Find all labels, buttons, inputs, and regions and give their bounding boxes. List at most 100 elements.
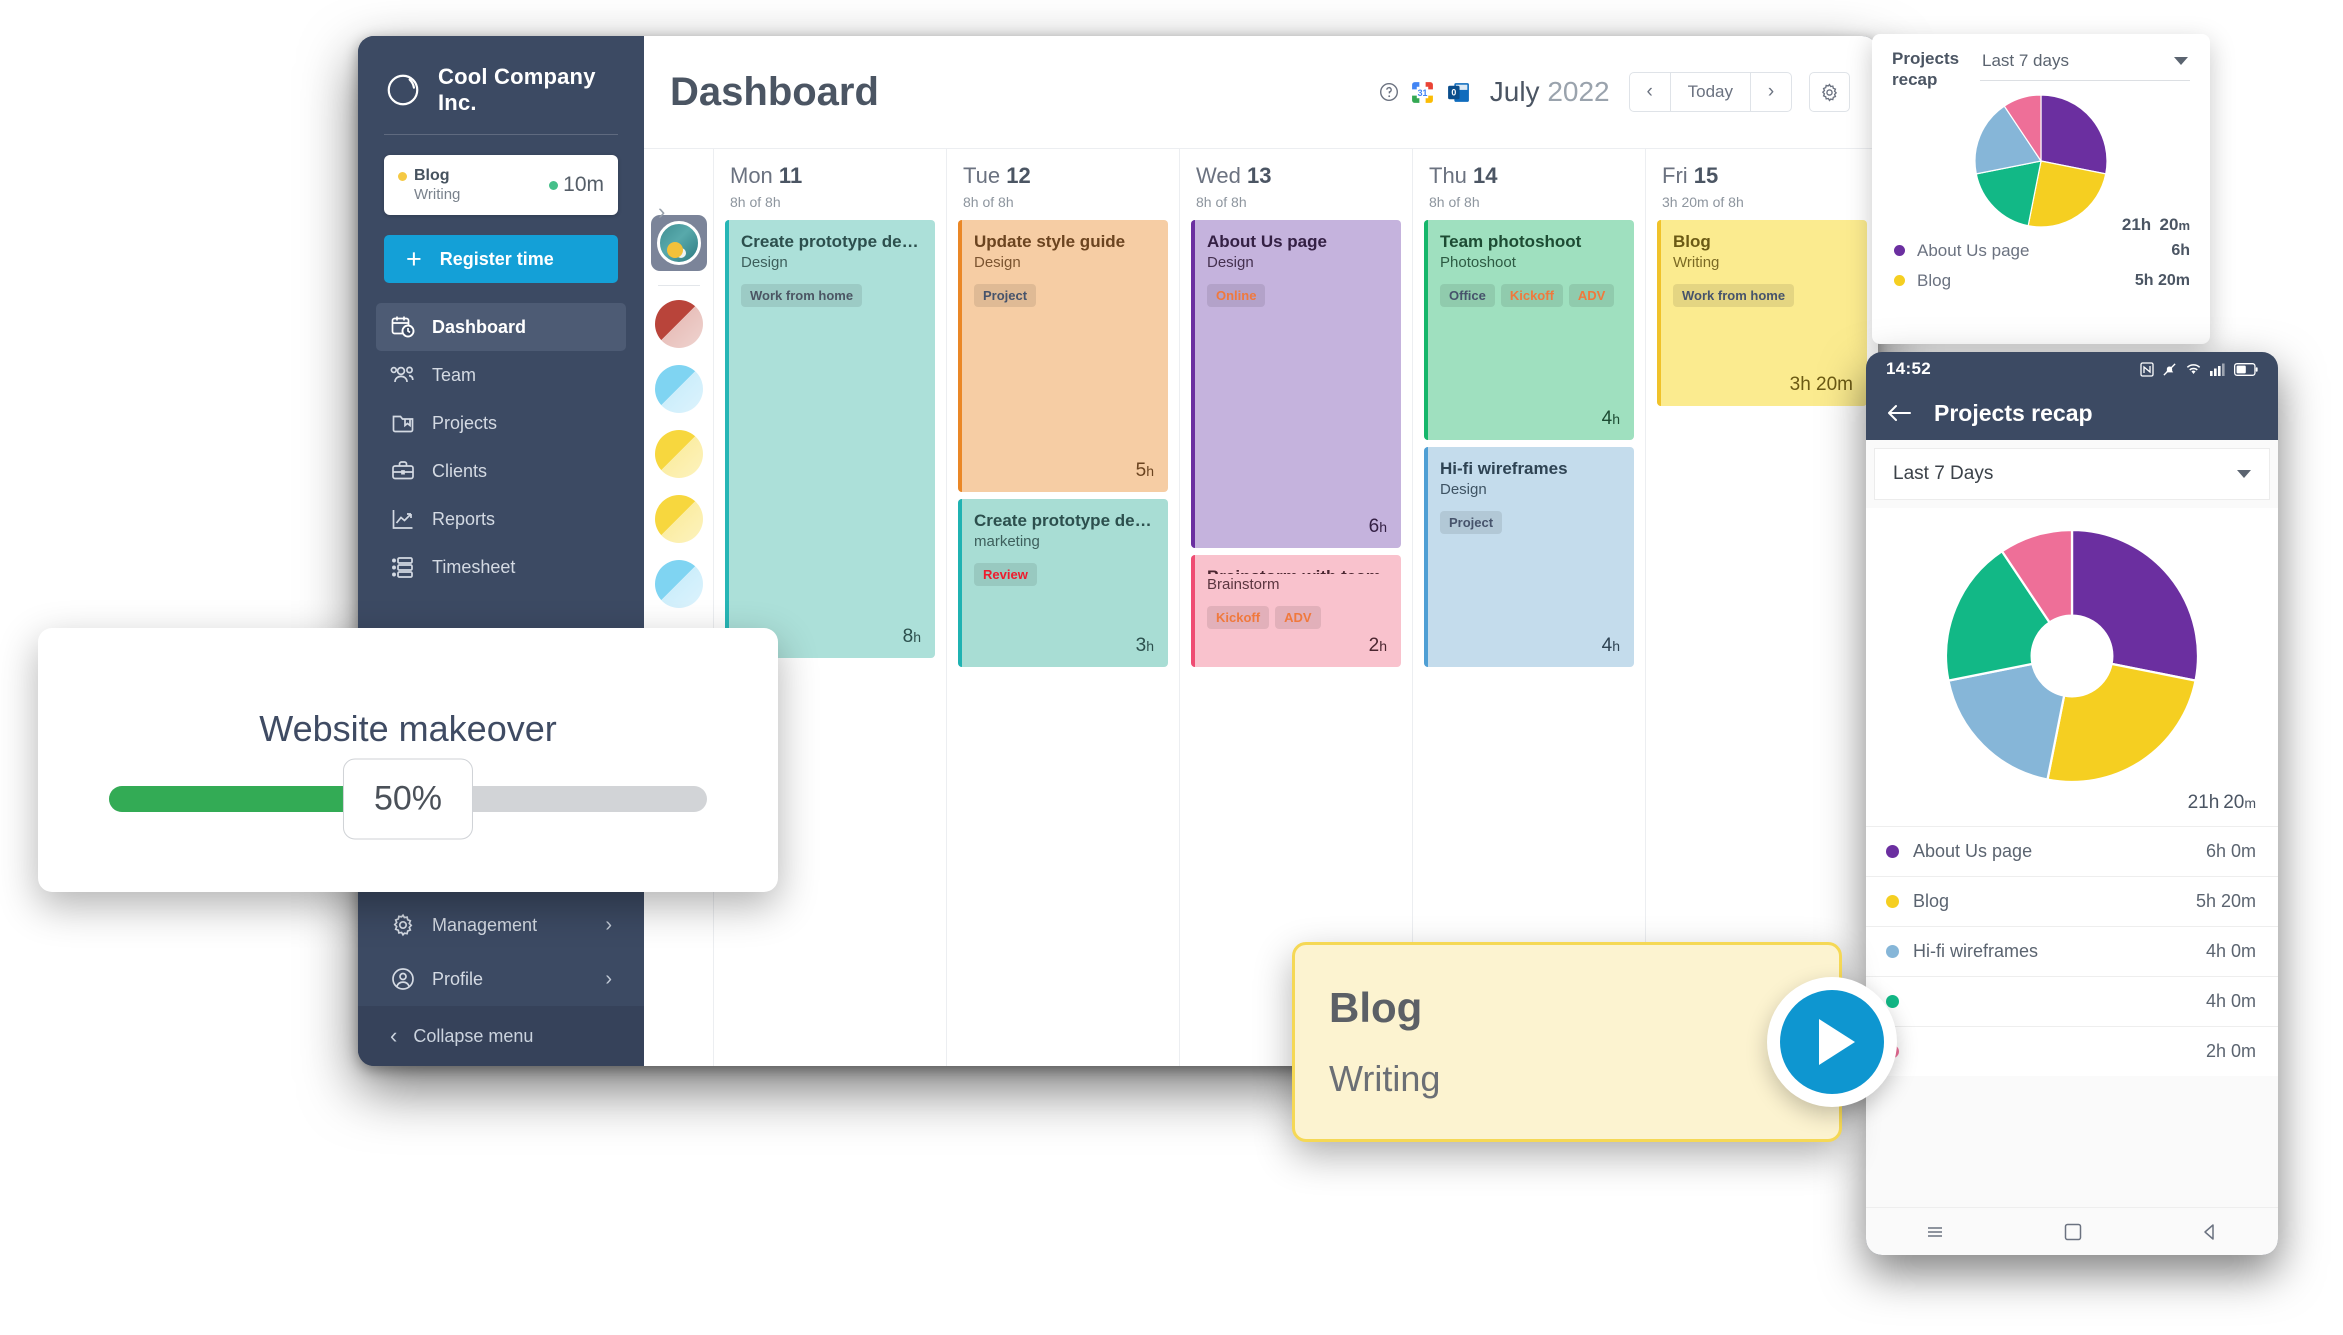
nfc-icon	[2140, 361, 2154, 377]
play-icon	[1780, 990, 1884, 1094]
event-duration: 4h	[1601, 408, 1620, 429]
timer-elapsed: 10m	[563, 173, 604, 196]
main-content: Dashboard 31 0 July 2022 ‹ Today › Mon 1…	[644, 36, 1878, 1066]
day-number: 12	[1006, 163, 1031, 188]
phone-range-select[interactable]: Last 7 Days	[1874, 448, 2270, 500]
legend-project-value: 5h 20m	[2134, 271, 2190, 289]
next-week-button[interactable]: ›	[1751, 73, 1791, 111]
sidebar-item-profile[interactable]: Profile ›	[376, 952, 626, 1006]
event-tags: Kickoff ADV	[1207, 606, 1387, 629]
phone-nav-bar	[1866, 1207, 2278, 1255]
day-hours-summary: 8h of 8h	[1429, 194, 1480, 210]
progress-bar[interactable]: 50%	[109, 758, 707, 840]
event-tag[interactable]: Online	[1207, 283, 1266, 307]
legend-project-value: 5h 20m	[2195, 891, 2256, 911]
event-tag[interactable]: Kickoff	[1500, 283, 1563, 307]
home-square-icon[interactable]	[2064, 1223, 2082, 1241]
phone-legend-row[interactable]: 4h 0m	[1866, 976, 2278, 1026]
mute-bell-icon	[2163, 362, 2176, 376]
collapse-menu-button[interactable]: ‹ Collapse menu	[358, 1006, 644, 1066]
calendar-event-card[interactable]: Team photoshoot Photoshoot Office Kickoff AD…	[1424, 220, 1634, 440]
help-circle-icon[interactable]	[1379, 82, 1399, 102]
event-task: marketing	[974, 532, 1040, 550]
event-tag[interactable]: Office	[1440, 283, 1495, 307]
year-label: 2022	[1547, 76, 1610, 107]
day-label: Mon 11	[730, 163, 803, 188]
event-tags: Project	[1440, 510, 1620, 534]
calendar-event-card[interactable]: Brainstorm with team Brainstorm KickoffADV…	[1191, 555, 1401, 667]
google-calendar-icon[interactable]: 31	[1410, 80, 1435, 105]
outlook-calendar-icon[interactable]: 0	[1446, 80, 1471, 105]
event-tag[interactable]: Work from home	[1673, 283, 1795, 307]
recap-title-line2: recap	[1892, 70, 1938, 90]
gear-icon	[393, 913, 413, 937]
screenshot-root: Cool Company Inc. Blog Writing 10m + Reg…	[0, 0, 2343, 1335]
event-duration: 5h	[1135, 460, 1154, 481]
today-button[interactable]: Today	[1669, 73, 1751, 111]
register-time-button[interactable]: + Register time	[384, 235, 618, 283]
phone-legend-row[interactable]: Hi-fi wireframes 4h 0m	[1866, 926, 2278, 976]
recap-total-value: 20	[2159, 214, 2179, 234]
calendar-event-card[interactable]: Update style guide Design Project 5h	[958, 220, 1168, 492]
event-tag[interactable]: Kickoff	[1207, 606, 1270, 629]
back-arrow-icon[interactable]	[1886, 402, 1912, 424]
avatar[interactable]	[654, 495, 703, 543]
calendar-event-card[interactable]: Blog Writing Work from home 3h 20m	[1657, 220, 1867, 406]
sidebar-item-team[interactable]: Team	[376, 351, 626, 399]
expand-avatars-button[interactable]: ›	[658, 199, 665, 225]
pie-slice	[1947, 662, 2066, 781]
active-timer-card[interactable]: Blog Writing 10m	[384, 155, 618, 215]
sidebar-item-management[interactable]: Management ›	[376, 898, 626, 952]
event-tag[interactable]: Project	[1440, 510, 1503, 534]
day-column: Thu 14 8h of 8h Team photoshoot Photoshoot O…	[1413, 149, 1646, 1066]
timer-title-row: Blog	[398, 167, 460, 185]
timer-running-dot	[549, 180, 559, 190]
event-tags: Review	[974, 562, 1154, 586]
recap-title: Projects recap	[1892, 48, 1964, 91]
phone-legend-row[interactable]: About Us page 6h 0m	[1866, 826, 2278, 876]
legend-project-name: Hi-fi wireframes	[1913, 941, 2039, 961]
calendar-clock-icon	[391, 316, 415, 338]
recap-header: Projects recap Last 7 days	[1892, 48, 2190, 91]
chevron-right-icon: ›	[605, 913, 612, 936]
event-title: Hi-fi wireframes	[1440, 459, 1568, 478]
avatar[interactable]	[654, 560, 703, 608]
settings-button[interactable]	[1809, 72, 1850, 112]
avatar[interactable]	[654, 300, 703, 348]
event-tag[interactable]: Review	[974, 562, 1037, 586]
back-triangle-icon[interactable]	[2201, 1223, 2219, 1241]
calendar-event-card[interactable]: Create prototype des… Design Work from hom…	[725, 220, 935, 658]
event-tag[interactable]: ADV	[1275, 606, 1321, 629]
menu-icon[interactable]	[1925, 1222, 1945, 1242]
prev-week-button[interactable]: ‹	[1630, 73, 1670, 111]
sidebar-item-projects[interactable]: Projects	[376, 399, 626, 447]
avatar[interactable]	[654, 365, 703, 413]
sidebar-item-dashboard[interactable]: Dashboard	[376, 303, 626, 351]
calendar-event-card[interactable]: About Us page Design Online 6h	[1191, 220, 1401, 548]
event-tag[interactable]: ADV	[1568, 283, 1615, 307]
sidebar-item-reports[interactable]: Reports	[376, 495, 626, 543]
recap-legend-row[interactable]: Blog 5h 20m	[1892, 265, 2190, 295]
wifi-icon	[2186, 364, 2201, 375]
event-title: Blog	[1673, 232, 1711, 251]
start-timer-button[interactable]	[1767, 977, 1897, 1107]
phone-legend-row[interactable]: Blog 5h 20m	[1866, 876, 2278, 926]
timer-project: Blog	[414, 167, 450, 184]
phone-legend-row[interactable]: 2h 0m	[1866, 1026, 2278, 1076]
gear-icon	[1821, 82, 1838, 102]
event-tags: Online	[1207, 283, 1387, 307]
event-title: Brainstorm with team	[1207, 567, 1387, 574]
sidebar-item-timesheet[interactable]: Timesheet	[376, 543, 626, 591]
event-tags: Project	[974, 283, 1154, 307]
sidebar-item-label: Team	[432, 364, 477, 385]
recap-legend-row[interactable]: About Us page 6h	[1892, 235, 2190, 265]
recap-range-select[interactable]: Last 7 days	[1980, 48, 2190, 81]
event-tag[interactable]: Work from home	[741, 283, 863, 307]
briefcase-icon	[392, 461, 414, 480]
sidebar-item-clients[interactable]: Clients	[376, 447, 626, 495]
day-label: Wed 13	[1196, 163, 1272, 188]
calendar-event-card[interactable]: Create prototype des… marketing Review 3h	[958, 499, 1168, 667]
avatar[interactable]	[654, 430, 703, 478]
calendar-event-card[interactable]: Hi-fi wireframes Design Project 4h	[1424, 447, 1634, 667]
event-tag[interactable]: Project	[974, 283, 1037, 307]
